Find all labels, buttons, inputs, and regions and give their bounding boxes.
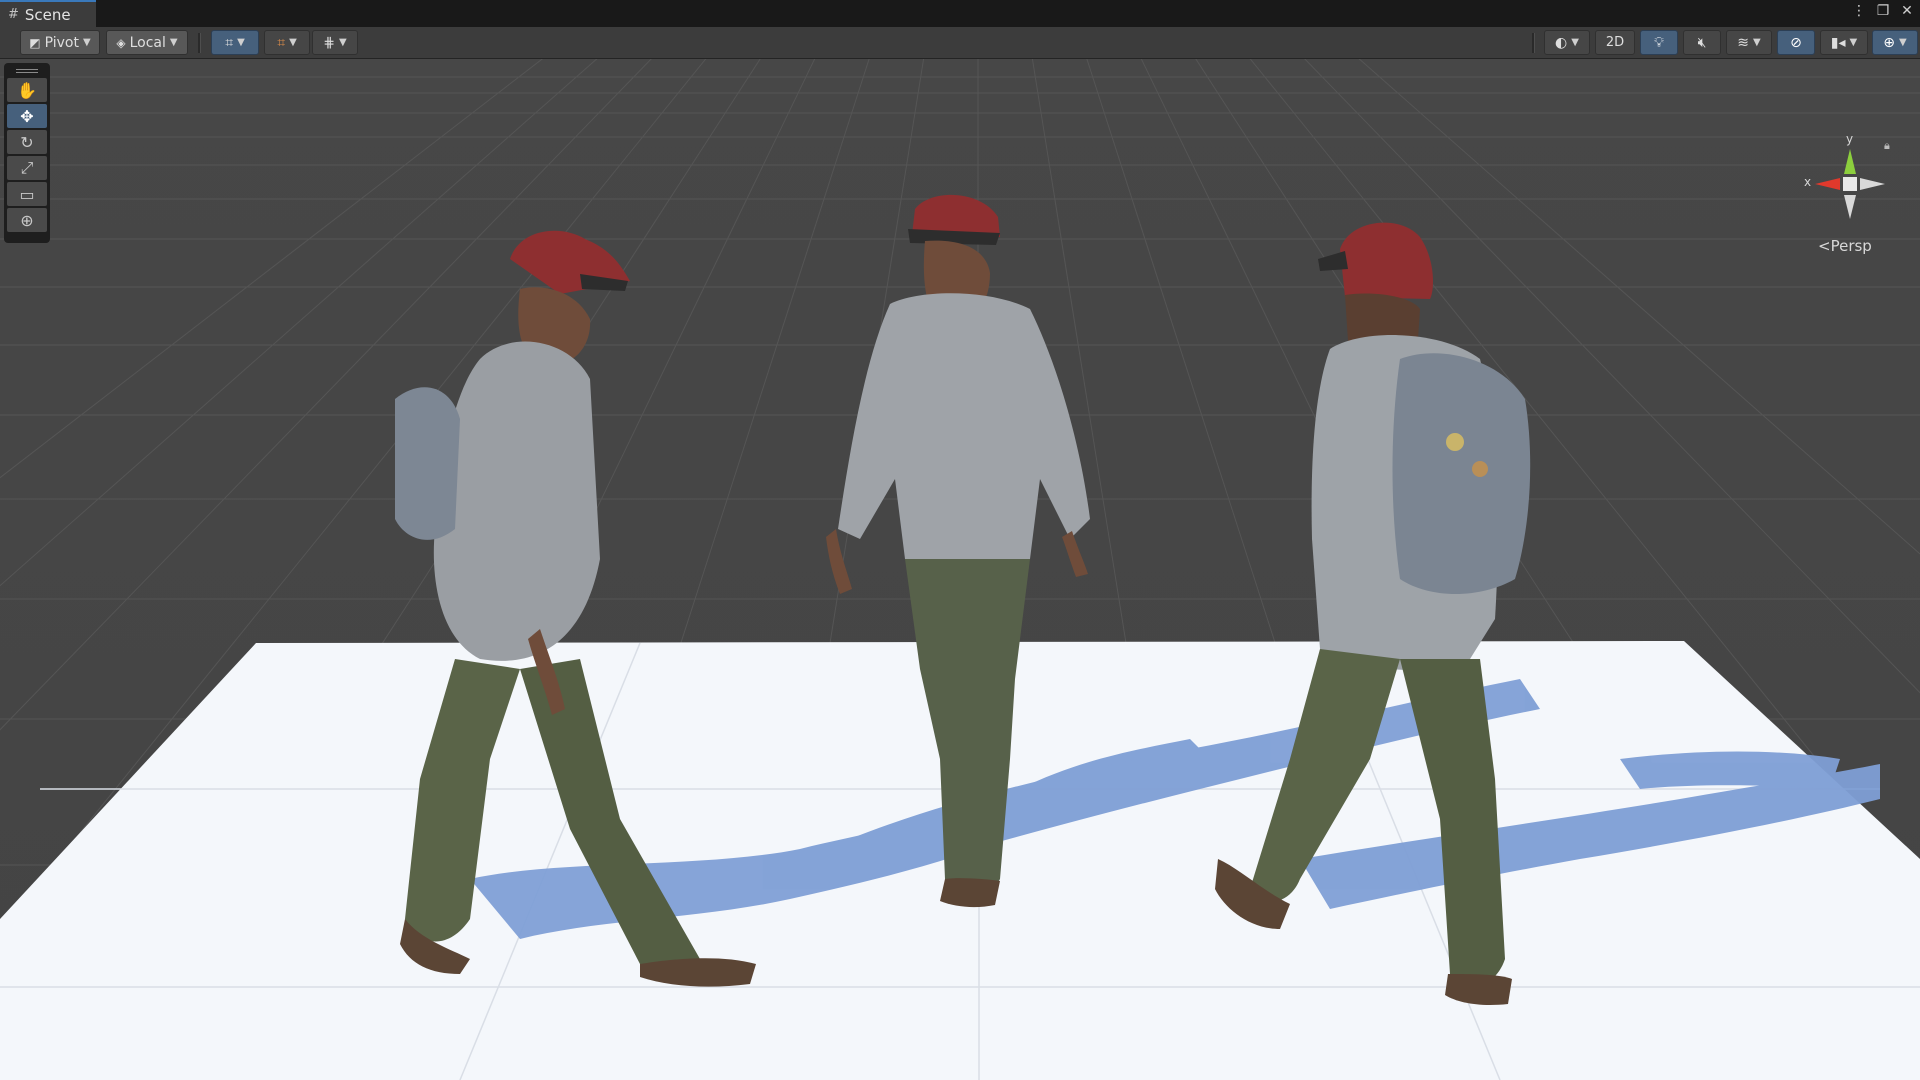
rotate-icon: ↻ [20,132,34,152]
orientation-gizmo[interactable]: y x [1790,129,1910,249]
pivot-icon: ◩ [29,35,41,50]
cube-icon: ◈ [116,35,126,50]
rect-tool-button[interactable]: ▭ [7,182,47,206]
gizmo-icon: ⊕ [1883,34,1896,51]
lightbulb-icon: 💡︎ [1654,34,1664,51]
window-controls: ⋮ ❐ ✕ [1852,3,1914,19]
audio-toggle[interactable]: 🔇︎ [1683,30,1721,55]
toolbar-separator [198,33,201,53]
hand-tool-button[interactable]: ✋ [7,78,47,102]
transform-icon: ⊕ [20,210,34,230]
rotate-tool-button[interactable]: ↻ [7,130,47,154]
draw-mode-dropdown[interactable]: ◐ ▼ [1544,30,1590,55]
palette-drag-handle[interactable] [7,66,47,76]
gizmo-x-axis[interactable] [1815,178,1840,190]
chevron-down-icon: ▼ [1571,37,1579,48]
local-dropdown[interactable]: ◈ Local ▼ [106,30,188,55]
scene-tab-label: Scene [24,5,71,24]
local-label: Local [129,34,166,51]
lock-icon[interactable]: 🔒︎ [1884,139,1890,153]
snap-icon: ⌗ [277,34,286,51]
transform-tool-button[interactable]: ⊕ [7,208,47,232]
pivot-label: Pivot [44,34,79,51]
snap-increment-dropdown[interactable]: ⌗ ▼ [264,30,310,55]
projection-label: Persp [1830,237,1872,255]
2d-label: 2D [1605,35,1625,50]
chevron-down-icon: ▼ [1899,37,1907,48]
gizmo-x-label: x [1804,175,1812,189]
chevron-down-icon: ▼ [289,37,297,48]
chevron-left-icon: < [1818,237,1831,255]
effects-icon: ≋ [1737,34,1750,51]
gizmo-center-cube[interactable] [1843,177,1857,191]
grid-icon: ⋕ [323,34,336,51]
maximize-icon[interactable]: ❐ [1876,3,1890,19]
gizmo-axes [1815,149,1885,219]
hand-icon: ✋ [17,80,37,100]
grid-snap-toggle[interactable]: ⌗ ▼ [211,30,259,55]
chevron-down-icon: ▼ [339,37,347,48]
camera-settings-dropdown[interactable]: ▮◂ ▼ [1820,30,1868,55]
scene-toolbar: ◩ Pivot ▼ ◈ Local ▼ ⌗ ▼ ⌗ ▼ ⋕ ▼ ◐ ▼ 2D 💡… [0,27,1920,59]
grid-visibility-dropdown[interactable]: ⋕ ▼ [312,30,358,55]
tool-palette: ✋ ✥ ↻ ⤢ ▭ ⊕ [4,63,50,243]
scene-visibility-toggle[interactable]: ⊘ [1777,30,1815,55]
gizmo-y-label: y [1846,132,1854,146]
scale-icon: ⤢ [20,158,34,177]
toolbar-separator [1532,33,1535,53]
camera-icon: ▮◂ [1830,34,1846,51]
effects-dropdown[interactable]: ≋ ▼ [1726,30,1772,55]
move-tool-button[interactable]: ✥ [7,104,47,128]
more-options-icon[interactable]: ⋮ [1852,3,1866,19]
gizmo-neg-x-axis[interactable] [1860,178,1885,190]
scene-canvas [0,59,1920,1080]
move-icon: ✥ [20,106,34,126]
grid-snap-icon: ⌗ [225,34,234,51]
scale-tool-button[interactable]: ⤢ [7,156,47,180]
chevron-down-icon: ▼ [169,37,178,48]
eye-hidden-icon: ⊘ [1790,34,1802,51]
chevron-down-icon: ▼ [1753,37,1761,48]
chevron-down-icon: ▼ [1849,37,1858,48]
shading-icon: ◐ [1555,34,1568,51]
scene-viewport[interactable]: y x 🔒︎ <Persp [0,59,1920,1080]
window-tab-bar: # Scene ⋮ ❐ ✕ [0,0,1920,27]
lighting-toggle[interactable]: 💡︎ [1640,30,1678,55]
chevron-down-icon: ▼ [237,37,245,48]
audio-mute-icon: 🔇︎ [1697,34,1707,51]
gizmos-dropdown[interactable]: ⊕ ▼ [1872,30,1918,55]
pivot-dropdown[interactable]: ◩ Pivot ▼ [20,30,100,55]
gizmo-y-axis[interactable] [1844,149,1856,174]
rect-icon: ▭ [19,184,35,204]
2d-toggle[interactable]: 2D [1595,30,1635,55]
close-icon[interactable]: ✕ [1900,3,1914,19]
scene-tab[interactable]: # Scene [0,0,96,27]
gizmo-neg-y-axis[interactable] [1844,195,1856,219]
projection-toggle[interactable]: <Persp [1818,237,1872,255]
grid-icon: # [8,7,19,22]
chevron-down-icon: ▼ [83,37,91,48]
